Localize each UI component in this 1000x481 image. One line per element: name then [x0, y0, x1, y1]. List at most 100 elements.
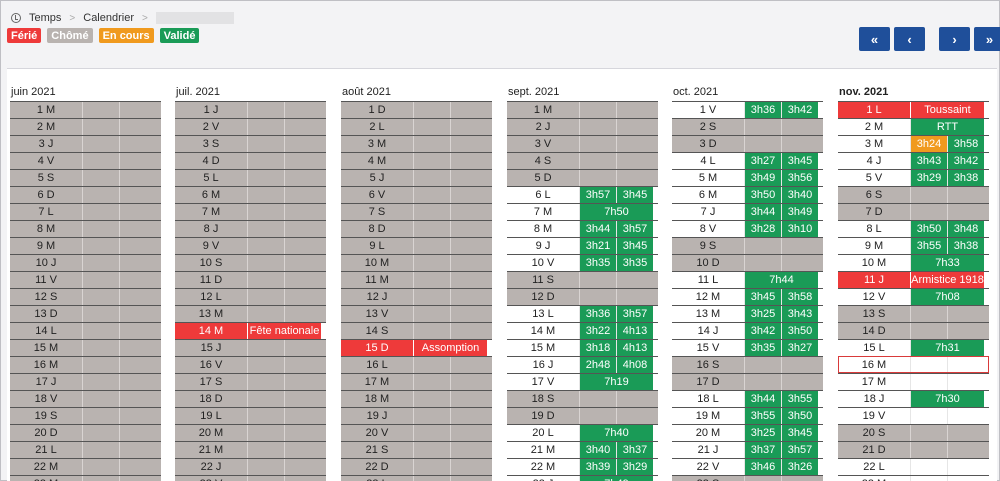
morning-slot[interactable]: [910, 459, 947, 475]
day-row[interactable]: 2 S: [672, 118, 823, 135]
afternoon-hours[interactable]: 3h42: [781, 102, 818, 118]
day-hours-total[interactable]: 7h08: [910, 289, 984, 305]
breadcrumb-item-calendrier[interactable]: Calendrier: [83, 12, 134, 24]
afternoon-hours[interactable]: 3h49: [781, 204, 818, 220]
day-row[interactable]: 6 M: [175, 186, 326, 203]
first-period-button[interactable]: «: [859, 27, 890, 51]
day-row[interactable]: 23 S: [672, 475, 823, 481]
day-row[interactable]: 13 L 3h36 3h57: [507, 305, 658, 322]
morning-slot[interactable]: [910, 476, 947, 481]
day-row[interactable]: 11 L 7h44: [672, 271, 823, 288]
day-row[interactable]: 6 D: [10, 186, 161, 203]
day-row[interactable]: 5 S: [10, 169, 161, 186]
day-row[interactable]: 8 D: [341, 220, 492, 237]
day-row[interactable]: 4 M: [341, 152, 492, 169]
day-row[interactable]: 2 J: [507, 118, 658, 135]
morning-hours[interactable]: 3h36: [744, 102, 781, 118]
day-row[interactable]: 20 V: [341, 424, 492, 441]
day-row[interactable]: 23 M: [10, 475, 161, 481]
day-row[interactable]: 9 S: [672, 237, 823, 254]
day-row[interactable]: 16 M: [838, 356, 989, 373]
afternoon-hours[interactable]: 3h56: [781, 170, 818, 186]
day-row[interactable]: 16 L: [341, 356, 492, 373]
day-row[interactable]: 14 J 3h42 3h50: [672, 322, 823, 339]
afternoon-hours[interactable]: 3h45: [616, 187, 653, 203]
day-row[interactable]: 4 S: [507, 152, 658, 169]
morning-hours[interactable]: 3h57: [579, 187, 616, 203]
day-row[interactable]: 11 V: [10, 271, 161, 288]
day-row[interactable]: 17 M: [838, 373, 989, 390]
day-row[interactable]: 13 M 3h25 3h43: [672, 305, 823, 322]
day-row[interactable]: 9 M 3h55 3h38: [838, 237, 989, 254]
day-row[interactable]: 11 S: [507, 271, 658, 288]
day-row[interactable]: 14 M Fête nationale: [175, 322, 326, 339]
day-row[interactable]: 18 J 7h30: [838, 390, 989, 407]
day-row[interactable]: 9 L: [341, 237, 492, 254]
day-hours-total[interactable]: RTT: [910, 119, 984, 135]
day-row[interactable]: 14 S: [341, 322, 492, 339]
day-row[interactable]: 2 V: [175, 118, 326, 135]
day-row[interactable]: 19 V: [838, 407, 989, 424]
day-row[interactable]: 18 S: [507, 390, 658, 407]
day-row[interactable]: 2 M RTT: [838, 118, 989, 135]
day-row[interactable]: 16 J 2h48 4h08: [507, 356, 658, 373]
day-row[interactable]: 9 M: [10, 237, 161, 254]
afternoon-hours[interactable]: 3h58: [781, 289, 818, 305]
day-row[interactable]: 10 V 3h35 3h35: [507, 254, 658, 271]
morning-hours[interactable]: 3h39: [579, 459, 616, 475]
day-row[interactable]: 21 M: [175, 441, 326, 458]
day-row[interactable]: 1 M: [10, 101, 161, 118]
day-row[interactable]: 19 S: [10, 407, 161, 424]
day-row[interactable]: 23 L: [341, 475, 492, 481]
morning-hours[interactable]: 3h46: [744, 459, 781, 475]
day-row[interactable]: 22 M 3h39 3h29: [507, 458, 658, 475]
day-row[interactable]: 19 J: [341, 407, 492, 424]
afternoon-hours[interactable]: 3h45: [616, 238, 653, 254]
afternoon-hours[interactable]: 3h42: [947, 153, 984, 169]
day-row[interactable]: 3 V: [507, 135, 658, 152]
afternoon-hours[interactable]: 3h57: [781, 442, 818, 458]
day-hours-total[interactable]: 7h19: [579, 374, 653, 390]
afternoon-hours[interactable]: 3h40: [781, 187, 818, 203]
morning-hours[interactable]: 3h50: [744, 187, 781, 203]
day-hours-total[interactable]: 7h49: [579, 476, 653, 481]
day-row[interactable]: 4 D: [175, 152, 326, 169]
day-row[interactable]: 1 D: [341, 101, 492, 118]
day-row[interactable]: 8 M 3h44 3h57: [507, 220, 658, 237]
day-row[interactable]: 10 J: [10, 254, 161, 271]
afternoon-hours[interactable]: 3h38: [947, 170, 984, 186]
day-row[interactable]: 22 J: [175, 458, 326, 475]
day-row[interactable]: 3 M: [341, 135, 492, 152]
day-row[interactable]: 9 V: [175, 237, 326, 254]
day-hours-total[interactable]: 7h33: [910, 255, 984, 271]
day-row[interactable]: 3 J: [10, 135, 161, 152]
day-row[interactable]: 18 M: [341, 390, 492, 407]
day-row[interactable]: 22 D: [341, 458, 492, 475]
day-row[interactable]: 10 S: [175, 254, 326, 271]
afternoon-hours[interactable]: 4h13: [616, 323, 653, 339]
day-row[interactable]: 5 J: [341, 169, 492, 186]
day-row[interactable]: 3 M 3h24 3h58: [838, 135, 989, 152]
afternoon-hours[interactable]: 3h55: [781, 391, 818, 407]
day-row[interactable]: 17 V 7h19: [507, 373, 658, 390]
last-period-button[interactable]: »: [974, 27, 1000, 51]
day-row[interactable]: 1 J: [175, 101, 326, 118]
morning-hours[interactable]: 3h25: [744, 425, 781, 441]
afternoon-hours[interactable]: 3h29: [616, 459, 653, 475]
day-row[interactable]: 7 M: [175, 203, 326, 220]
morning-slot[interactable]: [910, 357, 947, 373]
day-row[interactable]: 7 S: [341, 203, 492, 220]
day-row[interactable]: 17 D: [672, 373, 823, 390]
day-row[interactable]: 20 M 3h25 3h45: [672, 424, 823, 441]
day-row[interactable]: 14 L: [10, 322, 161, 339]
previous-period-button[interactable]: ‹: [894, 27, 925, 51]
day-row[interactable]: 10 M: [341, 254, 492, 271]
day-row[interactable]: 20 D: [10, 424, 161, 441]
day-row[interactable]: 5 M 3h49 3h56: [672, 169, 823, 186]
day-row[interactable]: 11 J Armistice 1918: [838, 271, 989, 288]
day-row[interactable]: 1 V 3h36 3h42: [672, 101, 823, 118]
day-row[interactable]: 8 M: [10, 220, 161, 237]
day-row[interactable]: 6 L 3h57 3h45: [507, 186, 658, 203]
morning-hours[interactable]: 3h25: [744, 306, 781, 322]
morning-slot[interactable]: [910, 374, 947, 390]
